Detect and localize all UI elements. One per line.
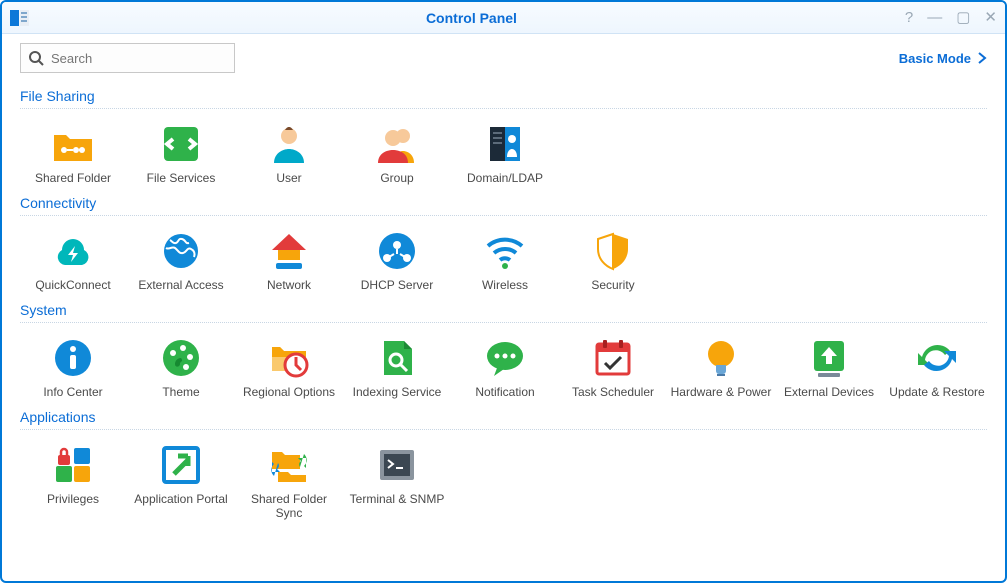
item-info-center[interactable]: Info Center xyxy=(20,331,126,403)
grid-applications: Privileges Application Portal Shared Fol… xyxy=(20,438,987,524)
item-domain-ldap[interactable]: Domain/LDAP xyxy=(452,117,558,189)
item-label: File Services xyxy=(147,171,216,185)
help-button[interactable]: ? xyxy=(905,10,913,25)
group-icon xyxy=(374,121,420,167)
info-icon xyxy=(50,335,96,381)
basic-mode-label: Basic Mode xyxy=(899,51,971,66)
section-title-file-sharing: File Sharing xyxy=(20,88,987,104)
search-field-wrap[interactable] xyxy=(20,43,235,73)
chevron-right-icon xyxy=(977,52,987,64)
folder-sync-icon xyxy=(266,442,312,488)
item-network[interactable]: Network xyxy=(236,224,342,296)
section-title-applications: Applications xyxy=(20,409,987,425)
shortcut-icon xyxy=(158,442,204,488)
item-label: External Access xyxy=(138,278,223,292)
lightbulb-icon xyxy=(698,335,744,381)
grid-system: Info Center Theme Regional Options Index… xyxy=(20,331,987,403)
network-icon xyxy=(266,228,312,274)
item-label: Indexing Service xyxy=(353,385,442,399)
item-file-services[interactable]: File Services xyxy=(128,117,234,189)
palette-icon xyxy=(158,335,204,381)
terminal-icon xyxy=(374,442,420,488)
item-task-scheduler[interactable]: Task Scheduler xyxy=(560,331,666,403)
item-group[interactable]: Group xyxy=(344,117,450,189)
item-label: External Devices xyxy=(784,385,874,399)
item-label: QuickConnect xyxy=(35,278,110,292)
item-label: Security xyxy=(591,278,634,292)
item-label: Info Center xyxy=(43,385,102,399)
item-label: DHCP Server xyxy=(361,278,433,292)
close-button[interactable]: ✕ xyxy=(984,10,997,25)
quickconnect-icon xyxy=(50,228,96,274)
shared-folder-icon xyxy=(50,121,96,167)
file-services-icon xyxy=(158,121,204,167)
section-title-connectivity: Connectivity xyxy=(20,195,987,211)
titlebar: Control Panel ? — ▢ ✕ xyxy=(2,2,1005,34)
item-label: Hardware & Power xyxy=(671,385,772,399)
basic-mode-toggle[interactable]: Basic Mode xyxy=(899,51,987,66)
item-theme[interactable]: Theme xyxy=(128,331,234,403)
search-icon xyxy=(27,49,45,67)
control-panel-window: Control Panel ? — ▢ ✕ Basic Mode File Sh… xyxy=(0,0,1007,583)
item-label: User xyxy=(276,171,301,185)
item-security[interactable]: Security xyxy=(560,224,666,296)
item-label: Privileges xyxy=(47,492,99,506)
item-label: Group xyxy=(380,171,413,185)
item-wireless[interactable]: Wireless xyxy=(452,224,558,296)
globe-icon xyxy=(158,228,204,274)
search-input[interactable] xyxy=(21,44,234,72)
user-icon xyxy=(266,121,312,167)
item-label: Update & Restore xyxy=(889,385,984,399)
grid-connectivity: QuickConnect External Access Network DHC… xyxy=(20,224,987,296)
item-update-restore[interactable]: Update & Restore xyxy=(884,331,990,403)
regional-icon xyxy=(266,335,312,381)
item-quickconnect[interactable]: QuickConnect xyxy=(20,224,126,296)
item-label: Wireless xyxy=(482,278,528,292)
window-controls: ? — ▢ ✕ xyxy=(905,10,997,25)
item-label: Application Portal xyxy=(134,492,227,506)
item-shared-folder[interactable]: Shared Folder xyxy=(20,117,126,189)
item-label: Network xyxy=(267,278,311,292)
maximize-button[interactable]: ▢ xyxy=(956,10,970,25)
item-terminal-snmp[interactable]: Terminal & SNMP xyxy=(344,438,450,524)
item-indexing-service[interactable]: Indexing Service xyxy=(344,331,450,403)
shield-icon xyxy=(590,228,636,274)
item-external-access[interactable]: External Access xyxy=(128,224,234,296)
calendar-icon xyxy=(590,335,636,381)
sync-icon xyxy=(914,335,960,381)
dhcp-server-icon xyxy=(374,228,420,274)
window-title: Control Panel xyxy=(38,10,905,26)
item-notification[interactable]: Notification xyxy=(452,331,558,403)
item-external-devices[interactable]: External Devices xyxy=(776,331,882,403)
domain-ldap-icon xyxy=(482,121,528,167)
chat-icon xyxy=(482,335,528,381)
item-label: Domain/LDAP xyxy=(467,171,543,185)
privileges-icon xyxy=(50,442,96,488)
item-label: Notification xyxy=(475,385,534,399)
upload-icon xyxy=(806,335,852,381)
item-label: Task Scheduler xyxy=(572,385,654,399)
item-application-portal[interactable]: Application Portal xyxy=(128,438,234,524)
item-label: Shared Folder Sync xyxy=(236,492,342,520)
app-icon xyxy=(10,8,30,28)
indexing-icon xyxy=(374,335,420,381)
item-shared-folder-sync[interactable]: Shared Folder Sync xyxy=(236,438,342,524)
item-label: Shared Folder xyxy=(35,171,111,185)
item-user[interactable]: User xyxy=(236,117,342,189)
item-label: Terminal & SNMP xyxy=(350,492,445,506)
grid-file-sharing: Shared Folder File Services User Group xyxy=(20,117,987,189)
item-dhcp-server[interactable]: DHCP Server xyxy=(344,224,450,296)
item-regional-options[interactable]: Regional Options xyxy=(236,331,342,403)
item-privileges[interactable]: Privileges xyxy=(20,438,126,524)
item-label: Regional Options xyxy=(243,385,335,399)
item-label: Theme xyxy=(162,385,199,399)
content-area: File Sharing Shared Folder File Services xyxy=(2,82,1005,581)
wifi-icon xyxy=(482,228,528,274)
item-hardware-power[interactable]: Hardware & Power xyxy=(668,331,774,403)
minimize-button[interactable]: — xyxy=(927,10,942,25)
section-title-system: System xyxy=(20,302,987,318)
toolbar: Basic Mode xyxy=(2,34,1005,82)
